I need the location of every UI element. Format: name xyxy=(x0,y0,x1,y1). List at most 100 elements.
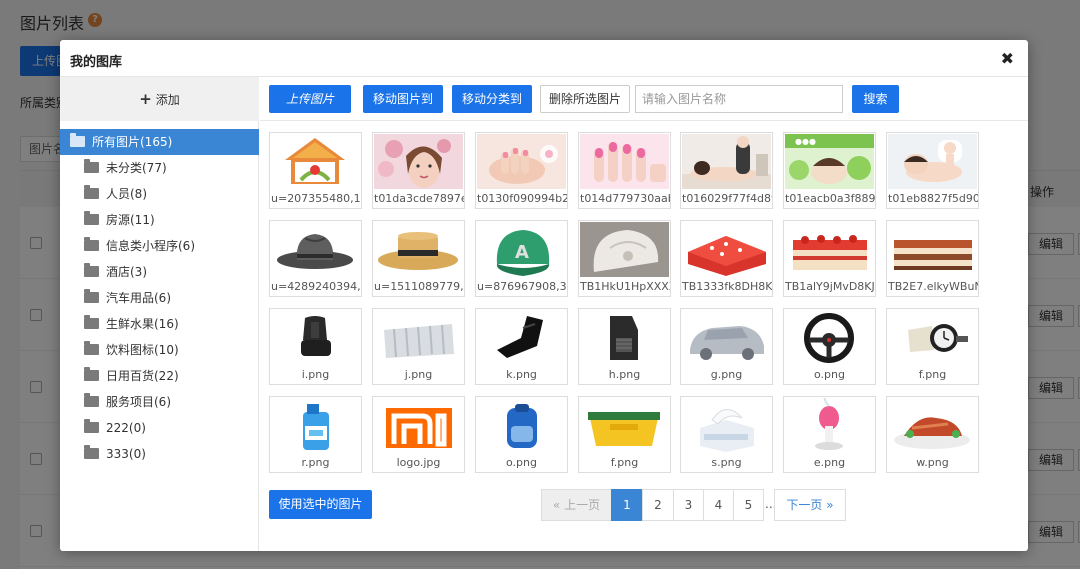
sidebar-item-housing[interactable]: 房源(11) xyxy=(60,207,259,233)
category-sidebar: + 添加 所有图片(165) 未分类(77) 人员(8) 房源(11) 信息类小程… xyxy=(60,77,259,551)
sidebar-item-label: 饮料图标(10) xyxy=(106,343,179,357)
image-card[interactable]: j.png xyxy=(372,308,465,385)
image-name: o.png xyxy=(814,368,845,381)
image-name: r.png xyxy=(301,456,330,469)
image-card[interactable]: k.png xyxy=(475,308,568,385)
image-card[interactable]: ●●● t01eacb0a3f8896 xyxy=(783,132,876,209)
sidebar-item-label: 333(0) xyxy=(106,447,146,461)
logo-house-thumbnail xyxy=(271,134,360,189)
image-card[interactable]: t016029f77f4d89 xyxy=(680,132,773,209)
image-name: o.png xyxy=(506,456,537,469)
folder-icon xyxy=(84,237,99,251)
green-banner-thumbnail: ●●● xyxy=(785,134,874,189)
image-name: k.png xyxy=(506,368,537,381)
sidebar-item-hotel[interactable]: 酒店(3) xyxy=(60,259,259,285)
sidebar-item-drink-icons[interactable]: 饮料图标(10) xyxy=(60,337,259,363)
humidifier-thumbnail xyxy=(785,398,874,453)
image-card[interactable]: r.png xyxy=(269,396,362,473)
seat-cover-thumbnail xyxy=(477,310,566,365)
sidebar-item-fresh-fruit[interactable]: 生鲜水果(16) xyxy=(60,311,259,337)
image-name: j.png xyxy=(404,368,433,381)
image-card[interactable]: u=1511089779,6 xyxy=(372,220,465,297)
delete-selected-button[interactable]: 删除所选图片 xyxy=(540,85,630,113)
image-name: h.png xyxy=(608,368,641,381)
image-card[interactable]: g.png xyxy=(680,308,773,385)
strawberry-cake-thumbnail xyxy=(785,222,874,277)
sidebar-item-services[interactable]: 服务项目(6) xyxy=(60,389,259,415)
folder-icon xyxy=(84,419,99,433)
sidebar-item-222[interactable]: 222(0) xyxy=(60,415,259,441)
prev-page-button[interactable]: « 上一页 xyxy=(541,489,612,521)
image-name: TB2E7.elkyWBuN xyxy=(888,280,978,293)
image-card[interactable]: o.png xyxy=(475,396,568,473)
move-category-button[interactable]: 移动分类到 xyxy=(452,85,532,113)
image-card[interactable]: s.png xyxy=(680,396,773,473)
image-name: t01da3cde7897e xyxy=(374,192,464,205)
image-card[interactable]: TB1HkU1HpXXXX xyxy=(578,220,671,297)
sidebar-item-people[interactable]: 人员(8) xyxy=(60,181,259,207)
meat-dish-thumbnail xyxy=(888,398,977,453)
page-button-3[interactable]: 3 xyxy=(673,489,704,521)
image-card[interactable]: t01eb8827f5d90e xyxy=(886,132,979,209)
image-card[interactable]: u=207355480,18 xyxy=(269,132,362,209)
sidebar-item-label: 汽车用品(6) xyxy=(106,291,171,305)
image-card[interactable]: h.png xyxy=(578,308,671,385)
image-card[interactable]: Au=876967908,37 xyxy=(475,220,568,297)
plus-icon: + xyxy=(139,90,152,108)
search-button[interactable]: 搜索 xyxy=(852,85,899,113)
sidebar-item-label: 222(0) xyxy=(106,421,146,435)
image-card[interactable]: e.png xyxy=(783,396,876,473)
add-category-label: 添加 xyxy=(155,93,180,107)
sidebar-item-mini-program[interactable]: 信息类小程序(6) xyxy=(60,233,259,259)
next-page-button[interactable]: 下一页 » xyxy=(774,489,846,521)
image-card[interactable]: t0130f090994b2 xyxy=(475,132,568,209)
image-name: t016029f77f4d89 xyxy=(682,192,772,205)
page-button-1[interactable]: 1 xyxy=(611,489,643,521)
close-icon[interactable]: ✖ xyxy=(1001,49,1014,68)
sidebar-item-label: 日用百货(22) xyxy=(106,369,179,383)
image-card[interactable]: f.png xyxy=(578,396,671,473)
sidebar-item-all[interactable]: 所有图片(165) xyxy=(60,129,259,155)
image-card[interactable]: TB1alY9jMvD8KJ xyxy=(783,220,876,297)
use-selected-button[interactable]: 使用选中的图片 xyxy=(269,490,372,519)
sidebar-item-label: 生鲜水果(16) xyxy=(106,317,179,331)
tiramisu-thumbnail xyxy=(888,222,977,277)
sidebar-item-333[interactable]: 333(0) xyxy=(60,441,259,467)
image-card[interactable]: f.png xyxy=(886,308,979,385)
image-name: TB1HkU1HpXXXX xyxy=(580,280,670,293)
image-card[interactable]: t01da3cde7897e xyxy=(372,132,465,209)
move-image-button[interactable]: 移动图片到 xyxy=(363,85,443,113)
image-card[interactable]: logo.jpg xyxy=(372,396,465,473)
sidebar-item-uncategorized[interactable]: 未分类(77) xyxy=(60,155,259,181)
image-card[interactable]: TB2E7.elkyWBuN xyxy=(886,220,979,297)
image-search-input[interactable] xyxy=(635,85,843,113)
straw-hat-thumbnail xyxy=(374,222,463,277)
category-tree: 所有图片(165) 未分类(77) 人员(8) 房源(11) 信息类小程序(6)… xyxy=(60,129,259,467)
tissue-thumbnail xyxy=(682,398,771,453)
image-name: g.png xyxy=(710,368,743,381)
page-button-4[interactable]: 4 xyxy=(703,489,734,521)
image-card[interactable]: TB1333fk8DH8KJ xyxy=(680,220,773,297)
image-card[interactable]: t014d779730aab xyxy=(578,132,671,209)
image-name: u=4289240394,9 xyxy=(271,280,361,293)
image-card[interactable]: o.png xyxy=(783,308,876,385)
sidebar-item-car-supplies[interactable]: 汽车用品(6) xyxy=(60,285,259,311)
image-library-modal: 我的图库 ✖ + 添加 所有图片(165) 未分类(77) 人员(8) 房源(11… xyxy=(60,40,1028,551)
folder-icon xyxy=(84,211,99,225)
folder-icon xyxy=(84,159,99,173)
folder-open-icon xyxy=(70,133,85,147)
image-card[interactable]: w.png xyxy=(886,396,979,473)
page-button-5[interactable]: 5 xyxy=(733,489,764,521)
image-card[interactable]: u=4289240394,9 xyxy=(269,220,362,297)
backpack-thumbnail xyxy=(477,398,566,453)
add-category-button[interactable]: + 添加 xyxy=(60,77,259,121)
upload-image-button[interactable]: 上传图片 xyxy=(269,85,351,113)
page-button-2[interactable]: 2 xyxy=(642,489,674,521)
image-name: s.png xyxy=(711,456,742,469)
red-cake-thumbnail xyxy=(682,222,771,277)
car-cover-thumbnail xyxy=(682,310,771,365)
sidebar-item-label: 所有图片(165) xyxy=(92,135,173,149)
image-card[interactable]: i.png xyxy=(269,308,362,385)
car-seat-thumbnail xyxy=(271,310,360,365)
sidebar-item-daily-goods[interactable]: 日用百货(22) xyxy=(60,363,259,389)
